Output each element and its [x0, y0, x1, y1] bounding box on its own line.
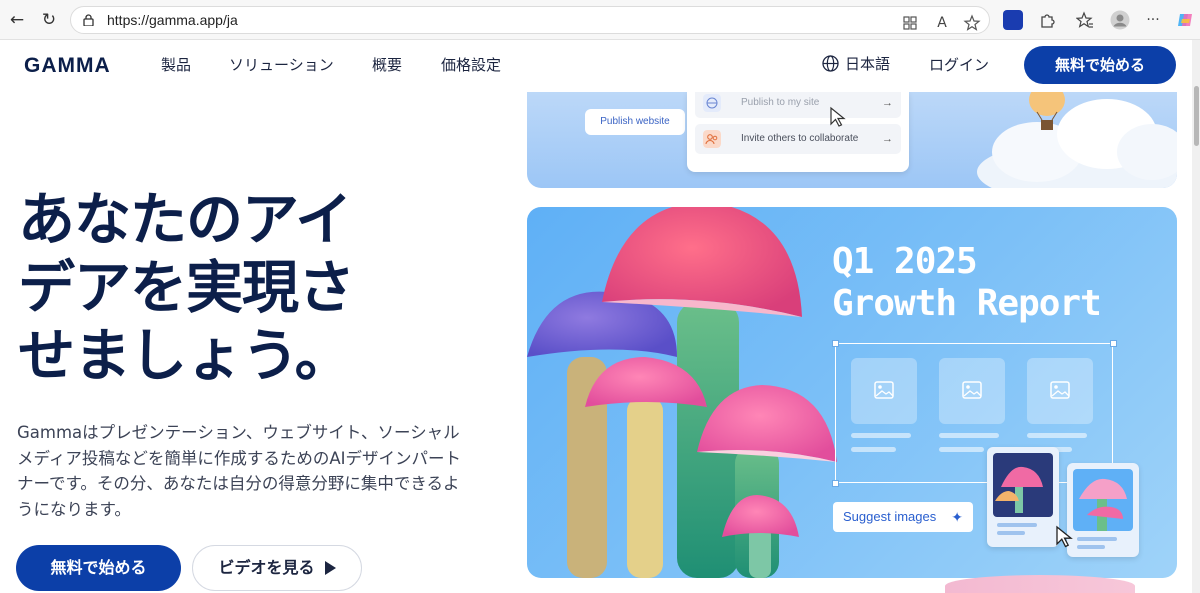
- report-title-line2: Growth Report: [832, 283, 1102, 324]
- hero-title: あなたのアイ デアを実現さ せましょう。: [18, 186, 498, 390]
- mushroom-thumbnail-image: [1073, 469, 1133, 549]
- text-placeholder-line: [1027, 433, 1087, 438]
- text-placeholder-line: [851, 433, 911, 438]
- publish-to-site-row[interactable]: Publish to my site →: [695, 92, 901, 118]
- copilot-icon[interactable]: [1176, 10, 1196, 30]
- suggest-images-button[interactable]: Suggest images ✦: [833, 502, 973, 532]
- hero-description-line: メディア投稿などを簡単に作成するためのAIデザインパート: [17, 448, 461, 468]
- sparkle-icon: ✦: [951, 509, 963, 525]
- report-title-line1: Q1 2025: [832, 241, 978, 282]
- people-icon: [703, 130, 721, 148]
- favorite-icon[interactable]: [963, 14, 981, 32]
- address-bar[interactable]: https://gamma.app/ja A: [70, 6, 990, 34]
- invite-collaborate-label: Invite others to collaborate: [741, 133, 859, 144]
- image-placeholder: [851, 358, 917, 424]
- globe-icon: [703, 94, 721, 112]
- publish-to-site-label: Publish to my site: [741, 97, 820, 108]
- lock-icon: [83, 14, 94, 26]
- text-placeholder-line: [939, 447, 984, 452]
- back-button[interactable]: ←: [6, 9, 28, 31]
- hero-description: Gammaはプレゼンテーション、ウェブサイト、ソーシャル メディア投稿などを簡単…: [17, 420, 487, 522]
- login-link[interactable]: ログイン: [929, 54, 989, 75]
- more-icon[interactable]: ···: [1144, 11, 1162, 29]
- back-arrow-icon: ←: [9, 10, 25, 30]
- refresh-icon: ↻: [41, 10, 57, 30]
- profile-icon[interactable]: [1110, 10, 1130, 30]
- hero-title-line: デアを実現さ: [18, 255, 355, 321]
- growth-report-card: Q1 2025 Growth Report Suggest images ✦: [527, 207, 1177, 578]
- start-free-button[interactable]: 無料で始める: [16, 545, 181, 591]
- arrow-right-icon: →: [882, 97, 893, 109]
- resize-handle[interactable]: [832, 340, 839, 347]
- apps-icon[interactable]: [901, 14, 919, 32]
- resize-handle[interactable]: [832, 480, 839, 487]
- mushroom-thumbnail-image: [993, 453, 1053, 535]
- next-card-peek: [945, 575, 1135, 593]
- image-placeholder: [939, 358, 1005, 424]
- nav-overview[interactable]: 概要: [372, 54, 402, 75]
- watch-video-button[interactable]: ビデオを見る: [192, 545, 362, 591]
- header-signup-button[interactable]: 無料で始める: [1024, 46, 1176, 84]
- mushroom-illustration: [527, 207, 837, 578]
- image-icon: [962, 381, 982, 399]
- mouse-cursor-icon: [1056, 525, 1073, 548]
- extension-icon[interactable]: [1003, 10, 1023, 30]
- hero-description-line: Gammaはプレゼンテーション、ウェブサイト、ソーシャル: [17, 423, 460, 442]
- share-panel: Publish to my site → Invite others to co…: [687, 92, 909, 172]
- publish-preview-card: Publish website Publish to my site → Inv…: [527, 92, 1177, 188]
- text-placeholder-line: [939, 433, 999, 438]
- refresh-button[interactable]: ↻: [38, 9, 60, 31]
- resize-handle[interactable]: [1110, 340, 1117, 347]
- puzzle-icon[interactable]: [1038, 11, 1056, 29]
- image-suggestion-thumbnail[interactable]: [1067, 463, 1139, 557]
- mouse-cursor-icon: [830, 106, 846, 127]
- image-icon: [874, 381, 894, 399]
- language-label: 日本語: [845, 55, 891, 73]
- scrollbar-thumb[interactable]: [1194, 86, 1199, 146]
- arrow-right-icon: →: [882, 133, 893, 145]
- hero-title-line: あなたのアイ: [18, 187, 352, 253]
- url-text: https://gamma.app/ja: [107, 12, 238, 28]
- report-title: Q1 2025 Growth Report: [832, 241, 1102, 325]
- clouds-illustration: [977, 92, 1177, 188]
- browser-toolbar: ← ↻ https://gamma.app/ja A ···: [0, 0, 1200, 40]
- read-aloud-icon[interactable]: A: [933, 14, 951, 32]
- page-scrollbar[interactable]: [1192, 40, 1200, 593]
- invite-collaborate-row[interactable]: Invite others to collaborate →: [695, 124, 901, 154]
- gamma-logo[interactable]: GAMMA: [24, 54, 111, 78]
- hero-title-line: せましょう。: [18, 323, 352, 389]
- hero-description-line: うになります。: [17, 499, 131, 519]
- nav-pricing[interactable]: 価格設定: [441, 54, 501, 75]
- language-selector[interactable]: 日本語: [822, 53, 890, 74]
- watch-video-label: ビデオを見る: [218, 558, 315, 577]
- image-placeholder: [1027, 358, 1093, 424]
- hero-description-line: ナーです。その分、あなたは自分の得意分野に集中できるよ: [17, 474, 460, 493]
- publish-website-button[interactable]: Publish website: [585, 109, 685, 135]
- globe-icon: [822, 55, 839, 72]
- favorites-icon[interactable]: [1076, 11, 1094, 29]
- text-placeholder-line: [851, 447, 896, 452]
- image-suggestion-thumbnail[interactable]: [987, 447, 1059, 547]
- nav-solutions[interactable]: ソリューション: [229, 54, 334, 75]
- suggest-images-label: Suggest images: [843, 509, 937, 524]
- play-icon: [324, 561, 336, 575]
- nav-products[interactable]: 製品: [161, 54, 191, 75]
- image-icon: [1050, 381, 1070, 399]
